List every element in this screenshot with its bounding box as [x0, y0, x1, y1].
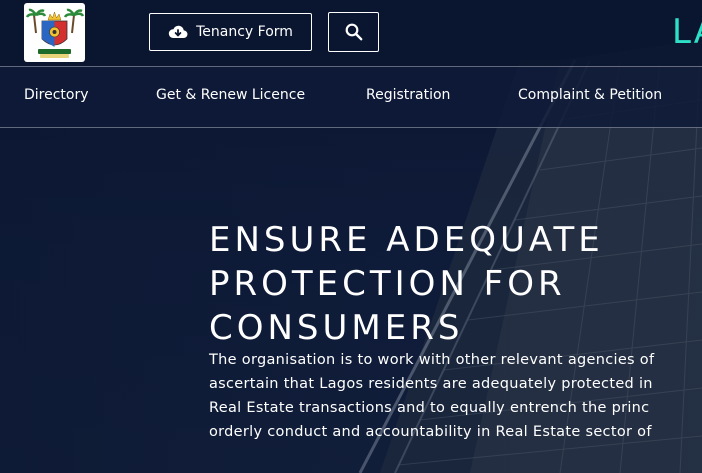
- description-line: Real Estate transactions and to equally …: [209, 400, 650, 416]
- description-line: The organisation is to work with other r…: [209, 352, 655, 368]
- tenancy-form-button[interactable]: Tenancy Form: [149, 13, 312, 51]
- description-line: orderly conduct and accountability in Re…: [209, 424, 652, 440]
- description-line: ascertain that Lagos residents are adequ…: [209, 376, 653, 392]
- top-header-bar: Tenancy Form LA: [0, 0, 702, 66]
- nav-item-complaint-petition[interactable]: Complaint & Petition: [518, 87, 662, 103]
- main-navigation: Directory Get & Renew Licence Registrati…: [0, 66, 702, 128]
- cloud-download-icon: [168, 25, 188, 39]
- hero-description: The organisation is to work with other r…: [209, 348, 702, 444]
- search-button[interactable]: [328, 12, 379, 52]
- nav-item-directory[interactable]: Directory: [24, 87, 89, 103]
- search-icon: [345, 23, 362, 41]
- nav-item-get-renew-licence[interactable]: Get & Renew Licence: [156, 87, 305, 103]
- crest-icon: [25, 8, 85, 58]
- lagos-state-logo[interactable]: [24, 3, 85, 62]
- headline-line: CONSUMERS: [209, 308, 464, 348]
- nav-item-registration[interactable]: Registration: [366, 87, 450, 103]
- headline-line: ENSURE ADEQUATE: [209, 220, 604, 260]
- hero-headline: ENSURE ADEQUATE PROTECTION FOR CONSUMERS: [209, 218, 702, 350]
- tenancy-form-label: Tenancy Form: [196, 24, 293, 40]
- headline-line: PROTECTION FOR: [209, 264, 566, 304]
- brand-title[interactable]: LA: [672, 12, 702, 52]
